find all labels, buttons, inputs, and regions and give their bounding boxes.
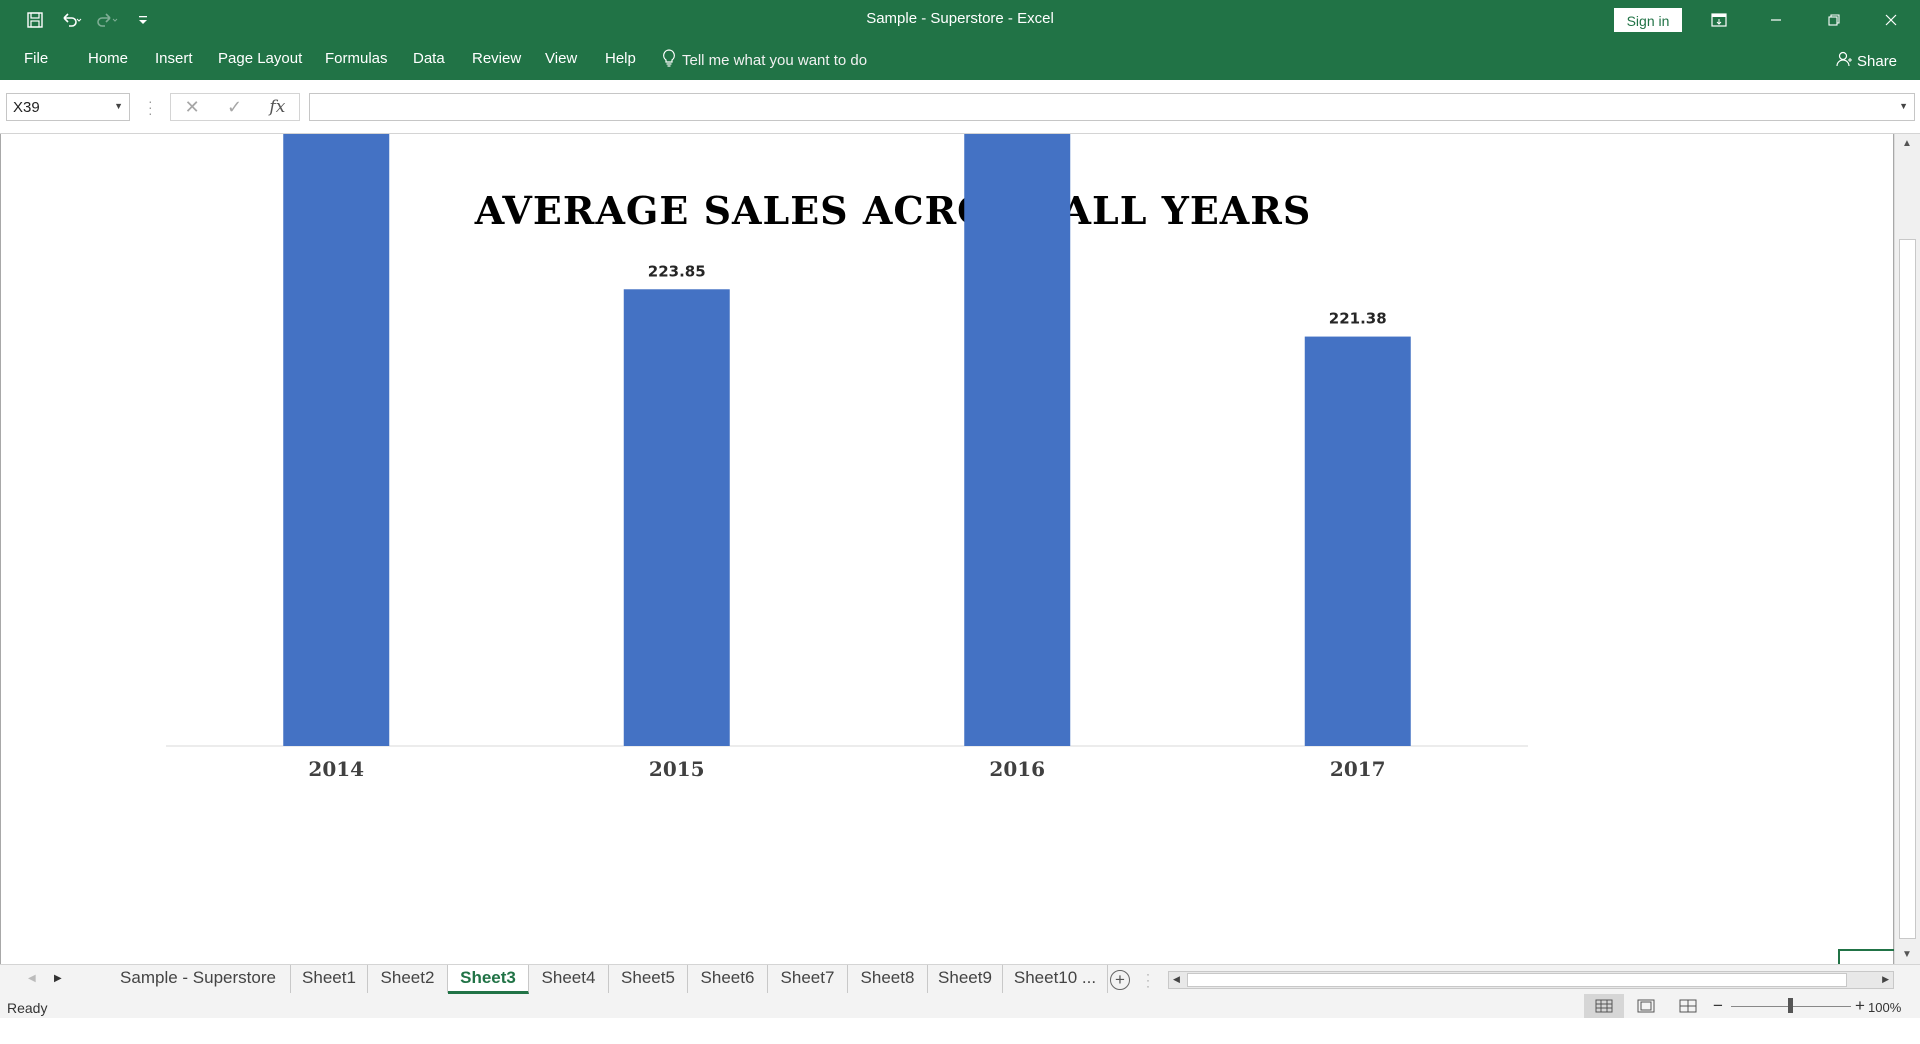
share-label: Share (1857, 52, 1898, 70)
minimize-icon[interactable] (1753, 0, 1799, 40)
tab-formulas[interactable]: Formulas (325, 50, 388, 67)
horizontal-scrollbar[interactable]: ◀ ▶ (1168, 971, 1894, 989)
tab-help[interactable]: Help (605, 50, 636, 67)
undo-icon[interactable] (58, 8, 84, 32)
tab-home[interactable]: Home (88, 50, 128, 67)
ribbon-display-options-icon[interactable] (1696, 0, 1742, 40)
sheet-tab-sheet2[interactable]: Sheet2 (368, 965, 448, 993)
tab-file[interactable]: File (24, 50, 48, 67)
sheet-tabs-bar: ◀ ▶ Sample - Superstore Sheet1 Sheet2 Sheet… (0, 964, 1920, 994)
name-box[interactable]: X39 ▼ (6, 93, 130, 121)
tell-me-search[interactable]: Tell me what you want to do (662, 49, 867, 71)
tab-scroll-left-icon[interactable]: ◀ (28, 973, 36, 984)
x-tick-label-2014: 2014 (308, 757, 364, 781)
sheet-tab-sheet9[interactable]: Sheet9 (928, 965, 1003, 993)
share-button[interactable]: Share (1836, 51, 1897, 71)
redo-icon[interactable] (94, 8, 120, 32)
bar-2017[interactable] (1304, 336, 1411, 746)
title-bar: Sample - Superstore - Excel Sign in (0, 0, 1920, 40)
data-label-2015: 223.85 (648, 262, 706, 280)
x-tick-label-2017: 2017 (1330, 757, 1386, 781)
enter-check-icon[interactable]: ✓ (227, 97, 242, 118)
tab-review[interactable]: Review (472, 50, 521, 67)
restore-icon[interactable] (1811, 0, 1857, 40)
data-label-2017: 221.38 (1329, 310, 1387, 328)
formula-bar-buttons: ✕ ✓ fx (170, 93, 300, 121)
tab-page-layout[interactable]: Page Layout (218, 50, 302, 67)
x-tick-label-2015: 2015 (649, 757, 705, 781)
tab-data[interactable]: Data (413, 50, 445, 67)
formula-input[interactable]: ▼ (309, 93, 1915, 121)
scroll-left-icon[interactable]: ◀ (1173, 974, 1180, 985)
bar-chart[interactable]: 242.972014223.852015235.492016221.382017 (0, 134, 1560, 814)
sheet-tab-sheet4[interactable]: Sheet4 (529, 965, 609, 993)
scroll-down-icon[interactable]: ▼ (1902, 949, 1912, 960)
taskbar-strip (0, 1018, 1920, 1044)
ribbon-tabs: File Home Insert Page Layout Formulas Da… (0, 40, 1920, 80)
sheet-tab-sheet8[interactable]: Sheet8 (848, 965, 928, 993)
sheet-tab-sheet10[interactable]: Sheet10 ... (1003, 965, 1108, 993)
selected-cell-indicator (1838, 949, 1894, 964)
tell-me-text: Tell me what you want to do (682, 51, 868, 69)
person-icon (1836, 51, 1852, 71)
normal-view-icon[interactable] (1584, 994, 1624, 1018)
name-box-value: X39 (13, 99, 40, 116)
tab-scroll-right-icon[interactable]: ▶ (54, 973, 62, 984)
bar-2015[interactable] (623, 289, 730, 746)
zoom-slider-thumb[interactable] (1788, 998, 1793, 1013)
zoom-in-icon[interactable]: + (1855, 996, 1865, 1016)
close-icon[interactable] (1868, 0, 1914, 40)
vertical-scroll-thumb[interactable] (1899, 239, 1916, 939)
excel-window: Sample - Superstore - Excel Sign in File… (0, 0, 1920, 1044)
tab-view[interactable]: View (545, 50, 577, 67)
zoom-out-icon[interactable]: − (1713, 996, 1723, 1016)
sign-in-button[interactable]: Sign in (1614, 8, 1682, 32)
x-tick-label-2016: 2016 (989, 757, 1045, 781)
bar-2014[interactable] (283, 134, 390, 746)
horizontal-scroll-thumb[interactable] (1187, 973, 1847, 987)
zoom-level[interactable]: 100% (1868, 1000, 1901, 1015)
sheet-tab-sheet1[interactable]: Sheet1 (291, 965, 368, 993)
formula-bar: X39 ▼ · · · ✕ ✓ fx ▼ (0, 80, 1920, 134)
quick-access-toolbar (22, 8, 156, 32)
vertical-scrollbar[interactable]: ▲ ▼ (1894, 134, 1920, 964)
insert-function-icon[interactable]: fx (269, 97, 285, 117)
add-sheet-icon[interactable]: + (1110, 970, 1130, 990)
scroll-up-icon[interactable]: ▲ (1902, 138, 1912, 149)
save-icon[interactable] (22, 8, 48, 32)
scroll-right-icon[interactable]: ▶ (1882, 974, 1889, 985)
customize-qat-icon[interactable] (130, 8, 156, 32)
lightbulb-icon (662, 49, 676, 71)
sheet-tab-sheet7[interactable]: Sheet7 (768, 965, 848, 993)
cancel-icon[interactable]: ✕ (185, 97, 200, 118)
chevron-down-icon[interactable]: ▼ (114, 101, 123, 111)
page-break-preview-icon[interactable] (1668, 994, 1708, 1018)
status-ready: Ready (7, 1000, 48, 1016)
page-layout-view-icon[interactable] (1626, 994, 1666, 1018)
formula-bar-splitter[interactable]: · · · (148, 94, 153, 120)
tab-insert[interactable]: Insert (155, 50, 193, 67)
sheet-tab-sheet5[interactable]: Sheet5 (609, 965, 688, 993)
sheet-tab-sample-superstore[interactable]: Sample - Superstore (106, 965, 291, 993)
sheet-tab-sheet3[interactable]: Sheet3 (448, 965, 529, 994)
bar-2016[interactable] (964, 134, 1071, 746)
sheet-tab-sheet6[interactable]: Sheet6 (688, 965, 768, 993)
tabs-splitter[interactable]: · · · (1146, 968, 1150, 992)
expand-formula-bar-icon[interactable]: ▼ (1899, 101, 1908, 111)
